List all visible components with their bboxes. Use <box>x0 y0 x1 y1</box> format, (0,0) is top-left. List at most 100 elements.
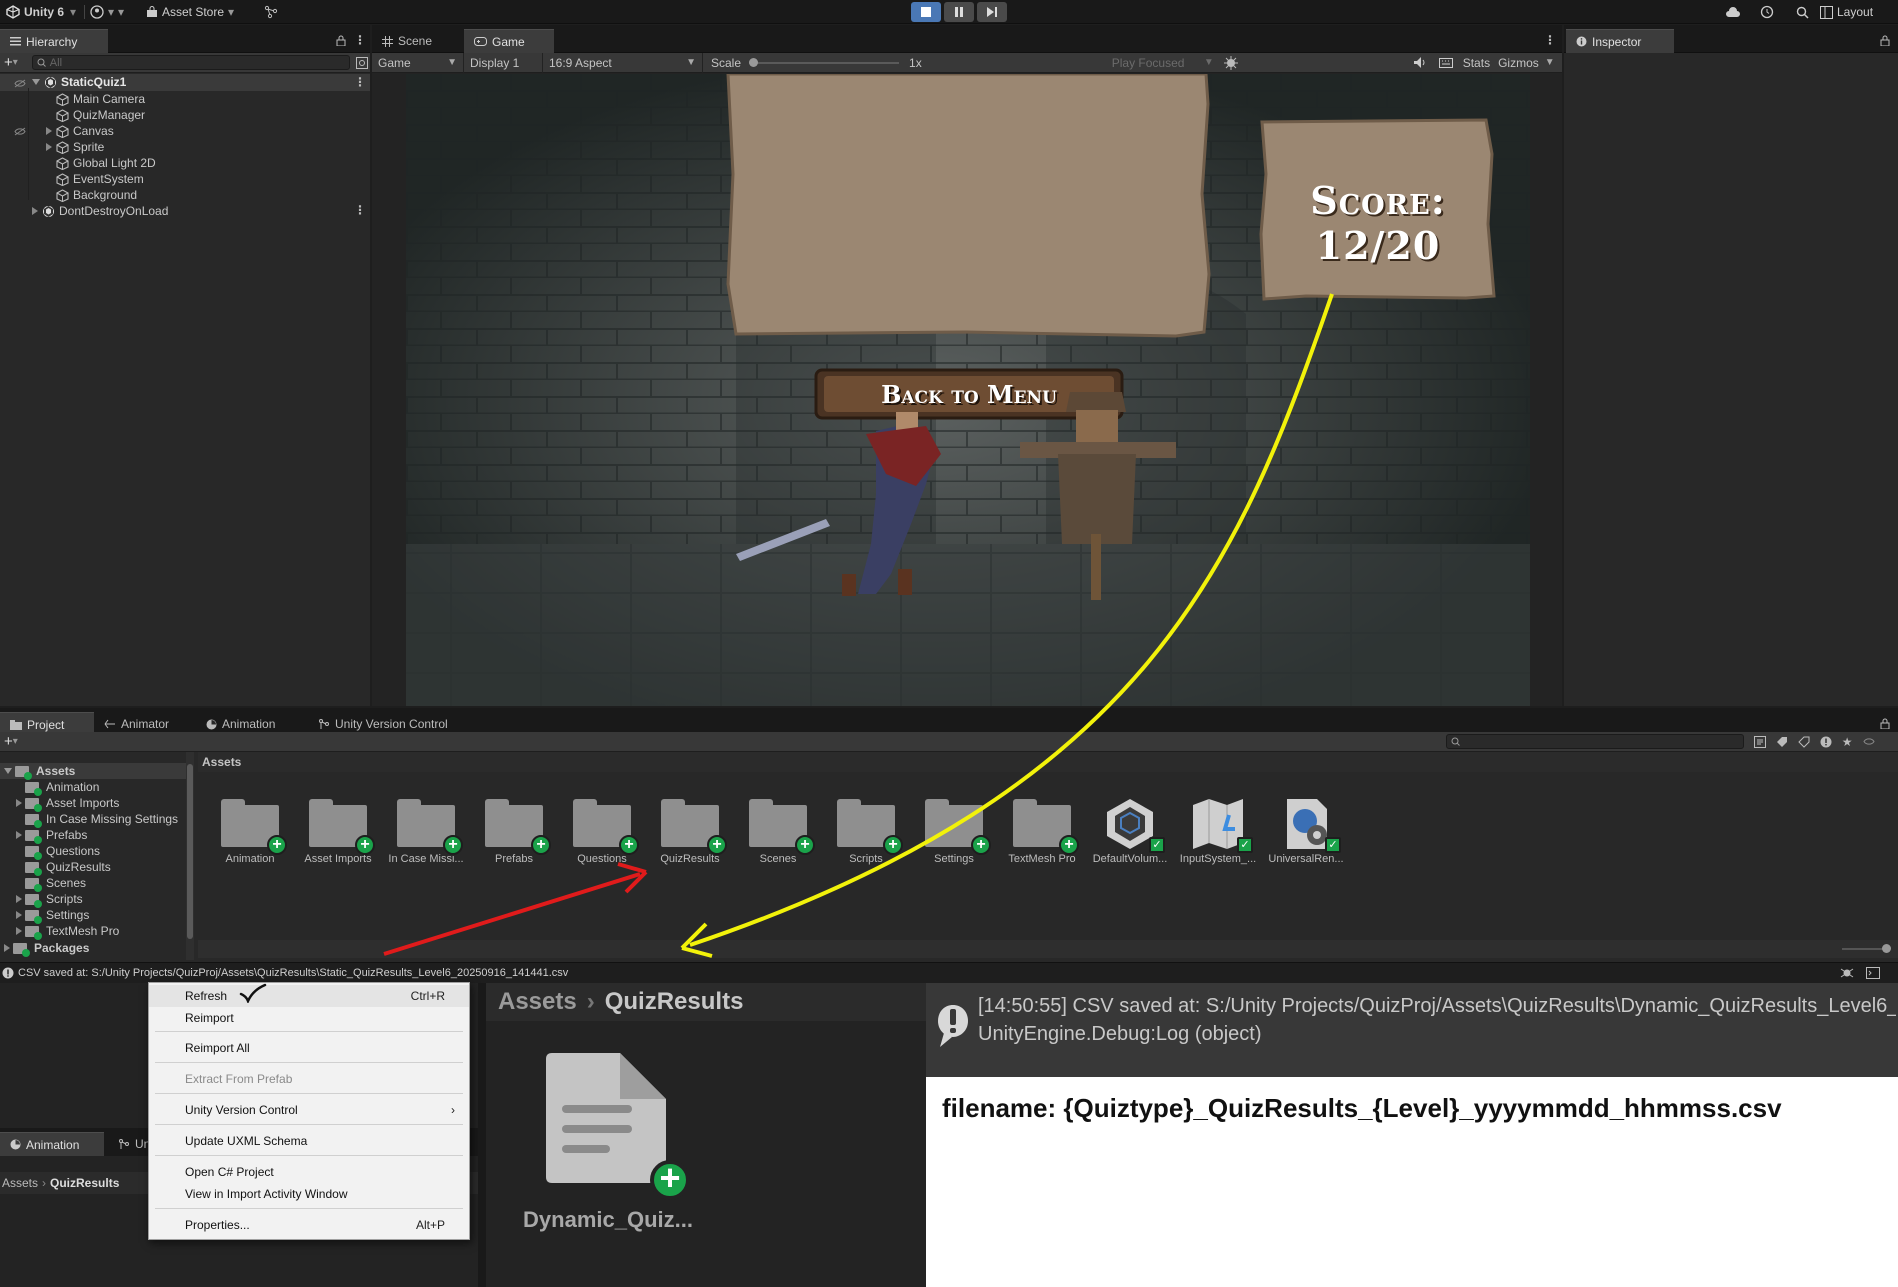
tree-folder-item[interactable]: Questions <box>16 843 100 860</box>
asset-item[interactable]: + Scripts <box>822 795 910 865</box>
filter-by-type-icon[interactable] <box>1753 735 1766 748</box>
add-icon[interactable]: + <box>4 733 13 750</box>
layout-dropdown[interactable]: Layout <box>1820 0 1873 24</box>
console-icon[interactable] <box>1866 967 1880 979</box>
game-viewport[interactable]: Score: 12/20 Back to Menu <box>406 74 1530 706</box>
warning-icon[interactable] <box>1820 736 1832 748</box>
cloud-dropdown[interactable]: ▾ <box>118 0 124 24</box>
aspect-dropdown[interactable]: 16:9 Aspect ▼ <box>543 52 703 73</box>
expand-icon[interactable] <box>16 911 22 919</box>
pause-button[interactable] <box>944 2 974 22</box>
expand-icon[interactable] <box>16 895 22 903</box>
tree-folder-item[interactable]: Settings <box>16 907 89 924</box>
menu-item-update-uxml-schema[interactable]: Update UXML Schema <box>149 1130 469 1152</box>
menu-item-unity-version-control[interactable]: Unity Version Control › <box>149 1099 469 1121</box>
tree-folder-item[interactable]: Asset Imports <box>16 795 119 812</box>
display-dropdown[interactable]: Display 1 <box>464 52 543 73</box>
dont-destroy-row[interactable]: DontDestroyOnLoad <box>32 203 168 219</box>
breadcrumb-assets[interactable]: Assets <box>498 988 577 1016</box>
scrollbar-thumb[interactable] <box>187 764 193 939</box>
asset-item[interactable]: + Questions <box>558 795 646 865</box>
menu-item-import-activity[interactable]: View in Import Activity Window <box>149 1183 469 1205</box>
expand-icon[interactable] <box>16 927 22 935</box>
star-icon[interactable]: ★ <box>1842 735 1853 749</box>
account-button[interactable]: ▾ <box>90 0 114 24</box>
chevron-down-icon[interactable]: ▾ <box>13 736 18 747</box>
back-to-menu-button[interactable]: Back to Menu <box>816 370 1122 418</box>
asset-item[interactable]: + In Case Missi... <box>382 795 470 865</box>
breadcrumb-quizresults[interactable]: QuizResults <box>50 1176 119 1190</box>
asset-item[interactable]: + TextMesh Pro <box>998 795 1086 865</box>
tree-folder-item[interactable]: In Case Missing Settings <box>16 811 178 828</box>
tree-folder-item[interactable]: Prefabs <box>16 827 87 844</box>
lock-icon[interactable] <box>1880 35 1890 46</box>
play-focused-dropdown[interactable]: Play Focused ▼ <box>1108 53 1218 73</box>
tree-folder-item[interactable]: Animation <box>16 779 99 796</box>
stats-button[interactable]: Stats <box>1463 56 1490 70</box>
asset-item[interactable]: ✓ DefaultVolum... <box>1086 795 1174 865</box>
hierarchy-item[interactable]: Background <box>46 187 137 203</box>
eye-icon[interactable] <box>1862 737 1875 746</box>
history-button[interactable] <box>1760 0 1774 24</box>
tree-folder-item[interactable]: Scenes <box>16 875 86 892</box>
tree-scrollbar[interactable] <box>186 752 194 960</box>
csv-file-asset[interactable]: + <box>540 1053 690 1200</box>
kebab-menu-icon[interactable]: ⋮ <box>354 33 366 47</box>
tab-hierarchy[interactable]: Hierarchy <box>0 29 108 53</box>
expand-icon[interactable] <box>46 127 52 135</box>
menu-item-open-csharp-project[interactable]: Open C# Project <box>149 1161 469 1183</box>
unity-menu[interactable]: Unity 6 ▾ <box>6 0 76 24</box>
tab-animation[interactable]: Animation <box>0 1132 104 1156</box>
tree-assets-root[interactable]: Assets <box>4 763 75 780</box>
asset-item[interactable]: + Settings <box>910 795 998 865</box>
gizmos-button[interactable]: Gizmos <box>1498 56 1539 70</box>
tree-folder-item[interactable]: Scripts <box>16 891 83 908</box>
menu-item-reimport-all[interactable]: Reimport All <box>149 1037 469 1059</box>
kebab-menu-icon[interactable]: ⋮ <box>354 203 366 217</box>
project-search-input[interactable] <box>1445 734 1744 749</box>
version-control-button[interactable] <box>264 0 278 24</box>
lock-icon[interactable] <box>336 35 346 46</box>
hierarchy-item[interactable]: Sprite <box>46 139 104 155</box>
tree-folder-item[interactable]: TextMesh Pro <box>16 923 119 940</box>
menu-item-reimport[interactable]: Reimport <box>149 1007 469 1029</box>
menu-item-refresh[interactable]: Refresh Ctrl+R <box>149 983 469 1007</box>
chevron-down-icon[interactable]: ▼ <box>1545 57 1555 68</box>
canvas-visibility-toggle[interactable] <box>14 123 26 139</box>
asset-item[interactable]: + Prefabs <box>470 795 558 865</box>
asset-store-button[interactable]: Asset Store ▾ <box>146 0 234 24</box>
add-icon[interactable]: + <box>4 54 13 71</box>
expand-icon[interactable] <box>16 831 22 839</box>
scene-visibility-toggle[interactable] <box>14 75 26 91</box>
tab-inspector[interactable]: Inspector <box>1566 29 1674 53</box>
tab-scene[interactable]: Scene <box>372 29 460 53</box>
tree-packages[interactable]: Packages <box>4 940 89 957</box>
scene-search-icon[interactable] <box>355 56 368 69</box>
console-log-entry[interactable]: [14:50:55] CSV saved at: S:/Unity Projec… <box>926 983 1898 1077</box>
audio-icon[interactable] <box>1413 57 1427 68</box>
search-button[interactable] <box>1796 0 1809 24</box>
asset-item[interactable]: + QuizResults <box>646 795 734 865</box>
cloud-button[interactable] <box>1725 0 1741 24</box>
lock-icon[interactable] <box>1880 718 1890 729</box>
bug-icon[interactable] <box>1840 967 1854 979</box>
expand-icon[interactable] <box>4 944 10 952</box>
game-view-dropdown[interactable]: Game ▼ <box>372 52 464 73</box>
asset-item[interactable]: ✓ UniversalRen... <box>1262 795 1350 865</box>
kebab-menu-icon[interactable]: ⋮ <box>1544 33 1556 47</box>
hierarchy-item[interactable]: Canvas <box>46 123 114 139</box>
keyboard-icon[interactable] <box>1438 57 1453 68</box>
expand-icon[interactable] <box>32 79 40 85</box>
tab-game[interactable]: Game <box>464 29 554 53</box>
kebab-menu-icon[interactable]: ⋮ <box>354 75 366 89</box>
scale-slider[interactable] <box>749 56 900 70</box>
asset-item[interactable]: ✓ InputSystem_... <box>1174 795 1262 865</box>
breadcrumb-quizresults[interactable]: QuizResults <box>605 988 744 1016</box>
play-stop-button[interactable] <box>911 2 941 22</box>
chevron-down-icon[interactable]: ▾ <box>13 57 18 68</box>
step-button[interactable] <box>977 2 1007 22</box>
expand-icon[interactable] <box>16 799 22 807</box>
breadcrumb-assets[interactable]: Assets <box>2 1176 38 1190</box>
status-bar[interactable]: CSV saved at: S:/Unity Projects/QuizProj… <box>0 962 1898 982</box>
expand-icon[interactable] <box>4 768 12 774</box>
